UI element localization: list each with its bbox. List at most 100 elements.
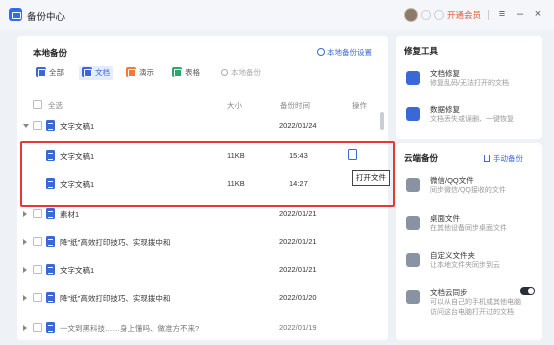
row-time: 2022/01/20 [279,293,317,302]
cloud-backup-panel: 云端备份 手动备份 微信/QQ文件 同步微信/QQ接收的文件 桌面文件 在其他设… [396,143,542,340]
table-header: 全选 大小 备份时间 操作 [17,98,388,112]
cloud-sync-toggle[interactable] [520,287,535,295]
close-button[interactable]: × [532,7,544,21]
table-row[interactable]: 降"纸"高效打印技巧、实现拨中和 2022/01/21 [17,228,388,256]
row-name: 文字文稿1 [60,152,95,161]
expand-icon[interactable] [23,325,27,331]
doc-icon [46,292,55,303]
tool-desc: 在其他设备同步桌面文件 [430,225,507,232]
user-avatar[interactable] [404,8,418,22]
custom-folder-item[interactable]: 自定义文件夹 让本地文件夹同步到云 [404,249,540,277]
row-name: 降"纸"高效打印技巧、实现拨中和 [60,238,171,247]
separator [488,10,489,20]
cloud-title: 云端备份 [404,153,439,163]
data-repair-item[interactable]: 数据修复 文档丢失或误删、一键恢复 [404,103,540,131]
status-circle-icon [434,10,444,20]
tool-desc: 可以从自己的手机或其他电脑 [430,299,521,306]
row-time: 2022/01/21 [279,237,317,246]
row-time: 2022/01/24 [279,121,317,130]
upload-icon [484,155,490,162]
doc-icon [46,178,55,189]
expand-icon[interactable] [23,211,27,217]
expand-icon[interactable] [23,295,27,301]
open-file-icon[interactable] [348,149,357,160]
wechat-qq-item[interactable]: 微信/QQ文件 同步微信/QQ接收的文件 [404,174,540,202]
row-size: 11KB [227,179,245,188]
minimize-button[interactable]: – [514,7,526,21]
folder-icon [406,253,420,267]
table-row[interactable]: 文字文稿1 2022/01/24 [17,112,388,140]
row-name: 文字文稿1 [60,266,95,275]
table-row[interactable]: 素材1 2022/01/21 [17,200,388,228]
tool-desc: 让本地文件夹同步到云 [430,262,500,269]
table-row[interactable]: 一文到黑科技……身上懂吗、做准方不来? 2022/01/19 [17,314,388,340]
row-name: 降"纸"高效打印技巧、实现拨中和 [60,294,171,303]
select-all-checkbox[interactable] [33,100,42,109]
doc-cloud-sync-item[interactable]: 文档云同步 可以从自己的手机或其他电脑 访问这台电脑打开过的文档 [404,286,540,326]
app-title: 备份中心 [27,12,66,23]
table-row[interactable]: 降"纸"高效打印技巧、实现拨中和 2022/01/20 [17,284,388,312]
row-checkbox[interactable] [33,209,42,218]
scrollbar-thumb[interactable] [380,112,384,130]
expand-icon[interactable] [23,267,27,273]
ppt-icon [126,67,136,77]
search-icon [221,69,228,76]
doc-icon [46,150,55,161]
filter-xls[interactable]: 表格 [172,66,200,80]
repair-tools-panel: 修复工具 文档修复 修复乱码/无法打开的文档 数据修复 文档丢失或误删、一键恢复 [396,36,542,139]
tool-desc: 访问这台电脑打开过的文档 [430,309,514,316]
status-circle-icon [421,10,431,20]
row-time: 2022/01/21 [279,265,317,274]
data-repair-icon [406,107,420,121]
wechat-qq-icon [406,178,420,192]
header-time: 备份时间 [280,101,310,110]
row-time: 2022/01/21 [279,209,317,218]
menu-icon[interactable]: ≡ [496,7,508,21]
header-action: 操作 [352,101,367,110]
row-checkbox[interactable] [33,293,42,302]
backup-settings-link[interactable]: 本地备份设置 [317,47,372,58]
row-name: 一文到黑科技……身上懂吗、做准方不来? [60,324,200,333]
row-checkbox[interactable] [33,265,42,274]
expand-icon[interactable] [23,239,27,245]
local-backup-panel: 本地备份 本地备份设置 全部 文档 演示 表格 本地备份 全选 大小 备份时间 … [17,36,388,340]
filter-doc[interactable]: 文档 [79,66,113,80]
row-time: 14:27 [289,179,308,188]
open-file-tooltip: 打开文件 [352,170,390,186]
tool-desc: 修复乱码/无法打开的文档 [430,80,509,87]
xls-icon [172,67,182,77]
app-logo-icon [9,8,22,21]
table-row[interactable]: 文字文稿1 2022/01/21 [17,256,388,284]
title-bar: 备份中心 开通会员 ≡ – × [0,0,554,30]
header-size: 大小 [227,101,242,110]
doc-icon [46,264,55,275]
doc-icon [46,208,55,219]
table-row[interactable]: 文字文稿1 11KB 14:27 [17,170,388,198]
row-time: 15:43 [289,151,308,160]
panel-title: 本地备份 [33,48,68,58]
row-checkbox[interactable] [33,323,42,332]
header-select-all: 全选 [48,101,63,110]
row-checkbox[interactable] [33,121,42,130]
doc-icon [46,322,55,333]
row-name: 文字文稿1 [60,180,95,189]
tool-desc: 同步微信/QQ接收的文件 [430,187,506,194]
doc-repair-item[interactable]: 文档修复 修复乱码/无法打开的文档 [404,67,540,95]
doc-icon [46,236,55,247]
tool-desc: 文档丢失或误删、一键恢复 [430,116,514,123]
vip-link[interactable]: 开通会员 [447,9,481,21]
filter-all[interactable]: 全部 [36,66,64,80]
row-name: 文字文稿1 [60,122,95,131]
filter-ppt[interactable]: 演示 [126,66,154,80]
row-checkbox[interactable] [33,237,42,246]
search-input[interactable]: 本地备份 [221,66,261,80]
row-name: 素材1 [60,210,80,219]
all-icon [36,67,46,77]
manual-backup-link[interactable]: 手动备份 [484,153,523,164]
desktop-files-item[interactable]: 桌面文件 在其他设备同步桌面文件 [404,212,540,240]
repair-title: 修复工具 [404,46,439,56]
table-row[interactable]: 文字文稿1 11KB 15:43 [17,142,388,170]
doc-repair-icon [406,71,420,85]
expand-icon[interactable] [23,124,29,128]
settings-icon [317,48,325,56]
